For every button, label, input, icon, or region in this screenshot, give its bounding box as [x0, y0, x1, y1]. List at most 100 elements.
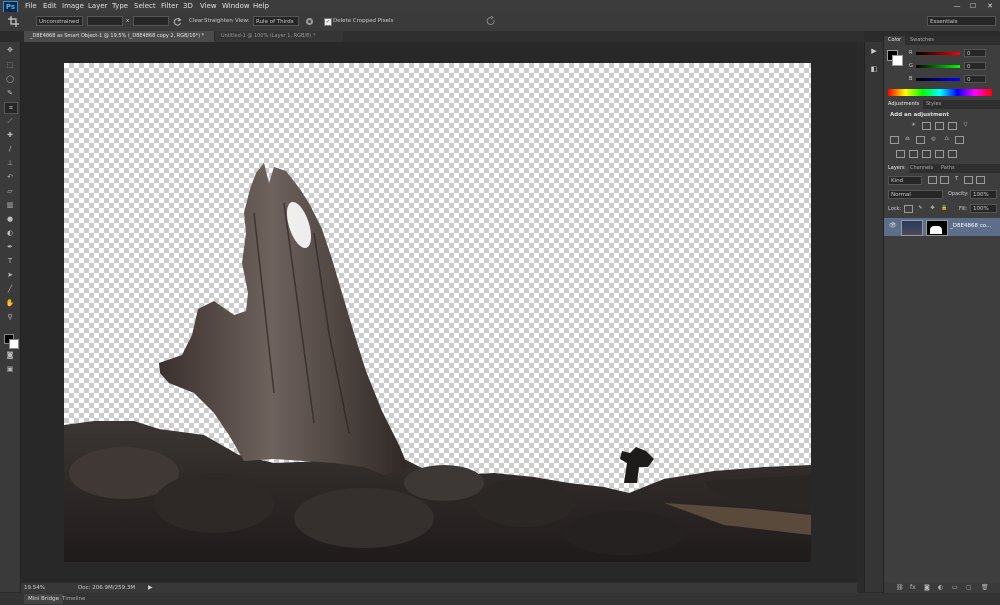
- move-tool-icon[interactable]: ✥: [4, 45, 16, 55]
- new-layer-icon[interactable]: ▢: [966, 583, 972, 593]
- quick-select-tool-icon[interactable]: ✎: [4, 88, 16, 98]
- layer-name[interactable]: _D8E4868 co...: [950, 223, 991, 229]
- delete-cropped-checkbox[interactable]: ✓: [324, 18, 332, 26]
- tab-timeline[interactable]: Timeline: [62, 594, 85, 604]
- add-mask-icon[interactable]: ◙: [924, 583, 930, 593]
- menu-select[interactable]: Select: [134, 1, 156, 11]
- exposure-icon[interactable]: [948, 122, 957, 130]
- minimize-button[interactable]: —: [950, 2, 964, 10]
- layer-style-icon[interactable]: fx: [910, 583, 916, 593]
- shape-tool-icon[interactable]: ╱: [4, 284, 16, 294]
- menu-type[interactable]: Type: [112, 1, 128, 11]
- menu-layer[interactable]: Layer: [88, 1, 108, 11]
- tab-styles[interactable]: Styles: [922, 100, 945, 109]
- tab-layers[interactable]: Layers: [884, 164, 909, 173]
- pen-tool-icon[interactable]: ✒: [4, 242, 16, 252]
- clear-button[interactable]: Clear: [189, 16, 203, 26]
- color-lookup-icon[interactable]: [955, 136, 964, 144]
- menu-view[interactable]: View: [200, 1, 217, 11]
- crop-ratio-select[interactable]: Unconstrained: [36, 16, 83, 26]
- blend-mode-select[interactable]: Normal: [888, 190, 943, 199]
- type-tool-icon[interactable]: T: [4, 256, 16, 266]
- dodge-tool-icon[interactable]: ◐: [4, 228, 16, 238]
- color-balance-icon[interactable]: ⚖: [903, 136, 912, 144]
- photo-filter-icon[interactable]: ◎: [929, 136, 938, 144]
- zoom-level[interactable]: 19.54%: [24, 584, 45, 592]
- crop-tool-icon[interactable]: ⌗: [4, 102, 18, 114]
- overlay-view-select[interactable]: Rule of Thirds: [253, 16, 299, 26]
- r-value[interactable]: 0: [964, 49, 986, 57]
- lock-position-icon[interactable]: ✥: [928, 205, 937, 213]
- lasso-tool-icon[interactable]: ◯: [4, 74, 16, 84]
- menu-edit[interactable]: Edit: [43, 1, 57, 11]
- lock-all-icon[interactable]: 🔒: [940, 205, 949, 213]
- close-window-button[interactable]: ✕: [983, 2, 997, 10]
- filter-pixel-icon[interactable]: [928, 176, 937, 184]
- settings-gear-icon[interactable]: [305, 17, 314, 26]
- g-slider[interactable]: [916, 65, 960, 68]
- tab-mini-bridge[interactable]: Mini Bridge: [24, 594, 63, 604]
- black-white-icon[interactable]: [916, 136, 925, 144]
- rotate-icon[interactable]: [173, 17, 182, 26]
- new-group-icon[interactable]: ▭: [952, 583, 958, 593]
- tab-swatches[interactable]: Swatches: [906, 36, 938, 45]
- hand-tool-icon[interactable]: ✋: [4, 298, 16, 308]
- link-layers-icon[interactable]: ⛓: [896, 583, 904, 593]
- play-icon[interactable]: ▶: [869, 46, 879, 56]
- menu-help[interactable]: Help: [253, 1, 269, 11]
- eraser-tool-icon[interactable]: ▱: [4, 186, 16, 196]
- channel-mixer-icon[interactable]: ♺: [942, 136, 951, 144]
- path-selection-tool-icon[interactable]: ➤: [4, 270, 16, 280]
- posterize-icon[interactable]: [909, 150, 918, 158]
- gradient-map-icon[interactable]: [935, 150, 944, 158]
- filter-shape-icon[interactable]: [964, 176, 973, 184]
- levels-icon[interactable]: [922, 122, 931, 130]
- vibrance-icon[interactable]: ▽: [961, 122, 970, 130]
- tab-channels[interactable]: Channels: [906, 164, 937, 173]
- layer-row[interactable]: 👁 _D8E4868 co...: [884, 218, 1000, 236]
- brightness-icon[interactable]: ☀: [909, 122, 918, 130]
- color-background-swatch[interactable]: [892, 55, 903, 66]
- lock-transparency-icon[interactable]: [904, 205, 913, 213]
- filter-smart-object-icon[interactable]: [976, 176, 985, 184]
- opacity-field[interactable]: 100%: [970, 190, 997, 199]
- g-value[interactable]: 0: [964, 62, 986, 70]
- menu-window[interactable]: Window: [222, 1, 250, 11]
- tab-paths[interactable]: Paths: [937, 164, 959, 173]
- zoom-tool-icon[interactable]: ⚲: [4, 312, 16, 322]
- tab-color[interactable]: Color: [884, 36, 906, 45]
- menu-file[interactable]: File: [25, 1, 37, 11]
- straighten-button[interactable]: Straighten: [204, 16, 233, 26]
- background-color-swatch[interactable]: [9, 339, 19, 349]
- marquee-tool-icon[interactable]: ⬚: [4, 60, 16, 70]
- crop-width-field[interactable]: [87, 16, 123, 26]
- tab-active-document[interactable]: _D8E4868 as Smart Object-1 @ 19.5% (_D8E…: [24, 31, 214, 42]
- new-adjustment-icon[interactable]: ◐: [938, 583, 943, 593]
- gradient-tool-icon[interactable]: ▥: [4, 200, 16, 210]
- quick-mask-icon[interactable]: ◙: [4, 350, 16, 360]
- brush-tool-icon[interactable]: ∕: [4, 144, 16, 154]
- tab-untitled-document[interactable]: Untitled-1 @ 100% (Layer 1, RGB/8) *: [215, 31, 343, 42]
- lock-pixels-icon[interactable]: ✎: [916, 205, 925, 213]
- layer-filter-select[interactable]: Kind: [888, 176, 922, 185]
- invert-icon[interactable]: [896, 150, 905, 158]
- properties-icon[interactable]: ◧: [869, 64, 879, 74]
- filter-type-icon[interactable]: T: [952, 176, 961, 184]
- filter-adjustment-icon[interactable]: [940, 176, 949, 184]
- history-brush-tool-icon[interactable]: ↶: [4, 172, 16, 182]
- b-slider[interactable]: [916, 78, 960, 81]
- screen-mode-icon[interactable]: ▣: [4, 364, 16, 374]
- crop-tool-icon[interactable]: [8, 16, 20, 27]
- maximize-button[interactable]: ☐: [966, 2, 980, 10]
- crop-height-field[interactable]: [133, 16, 169, 26]
- tab-adjustments[interactable]: Adjustments: [884, 100, 924, 109]
- delete-layer-icon[interactable]: 🗑: [981, 583, 989, 593]
- reset-icon[interactable]: [486, 16, 496, 26]
- threshold-icon[interactable]: [922, 150, 931, 158]
- menu-image[interactable]: Image: [62, 1, 84, 11]
- color-spectrum-bar[interactable]: [888, 89, 992, 96]
- status-arrow-icon[interactable]: ▶: [148, 583, 153, 592]
- hue-saturation-icon[interactable]: [890, 136, 899, 144]
- fill-field[interactable]: 100%: [970, 204, 997, 213]
- menu-3d[interactable]: 3D: [183, 1, 193, 11]
